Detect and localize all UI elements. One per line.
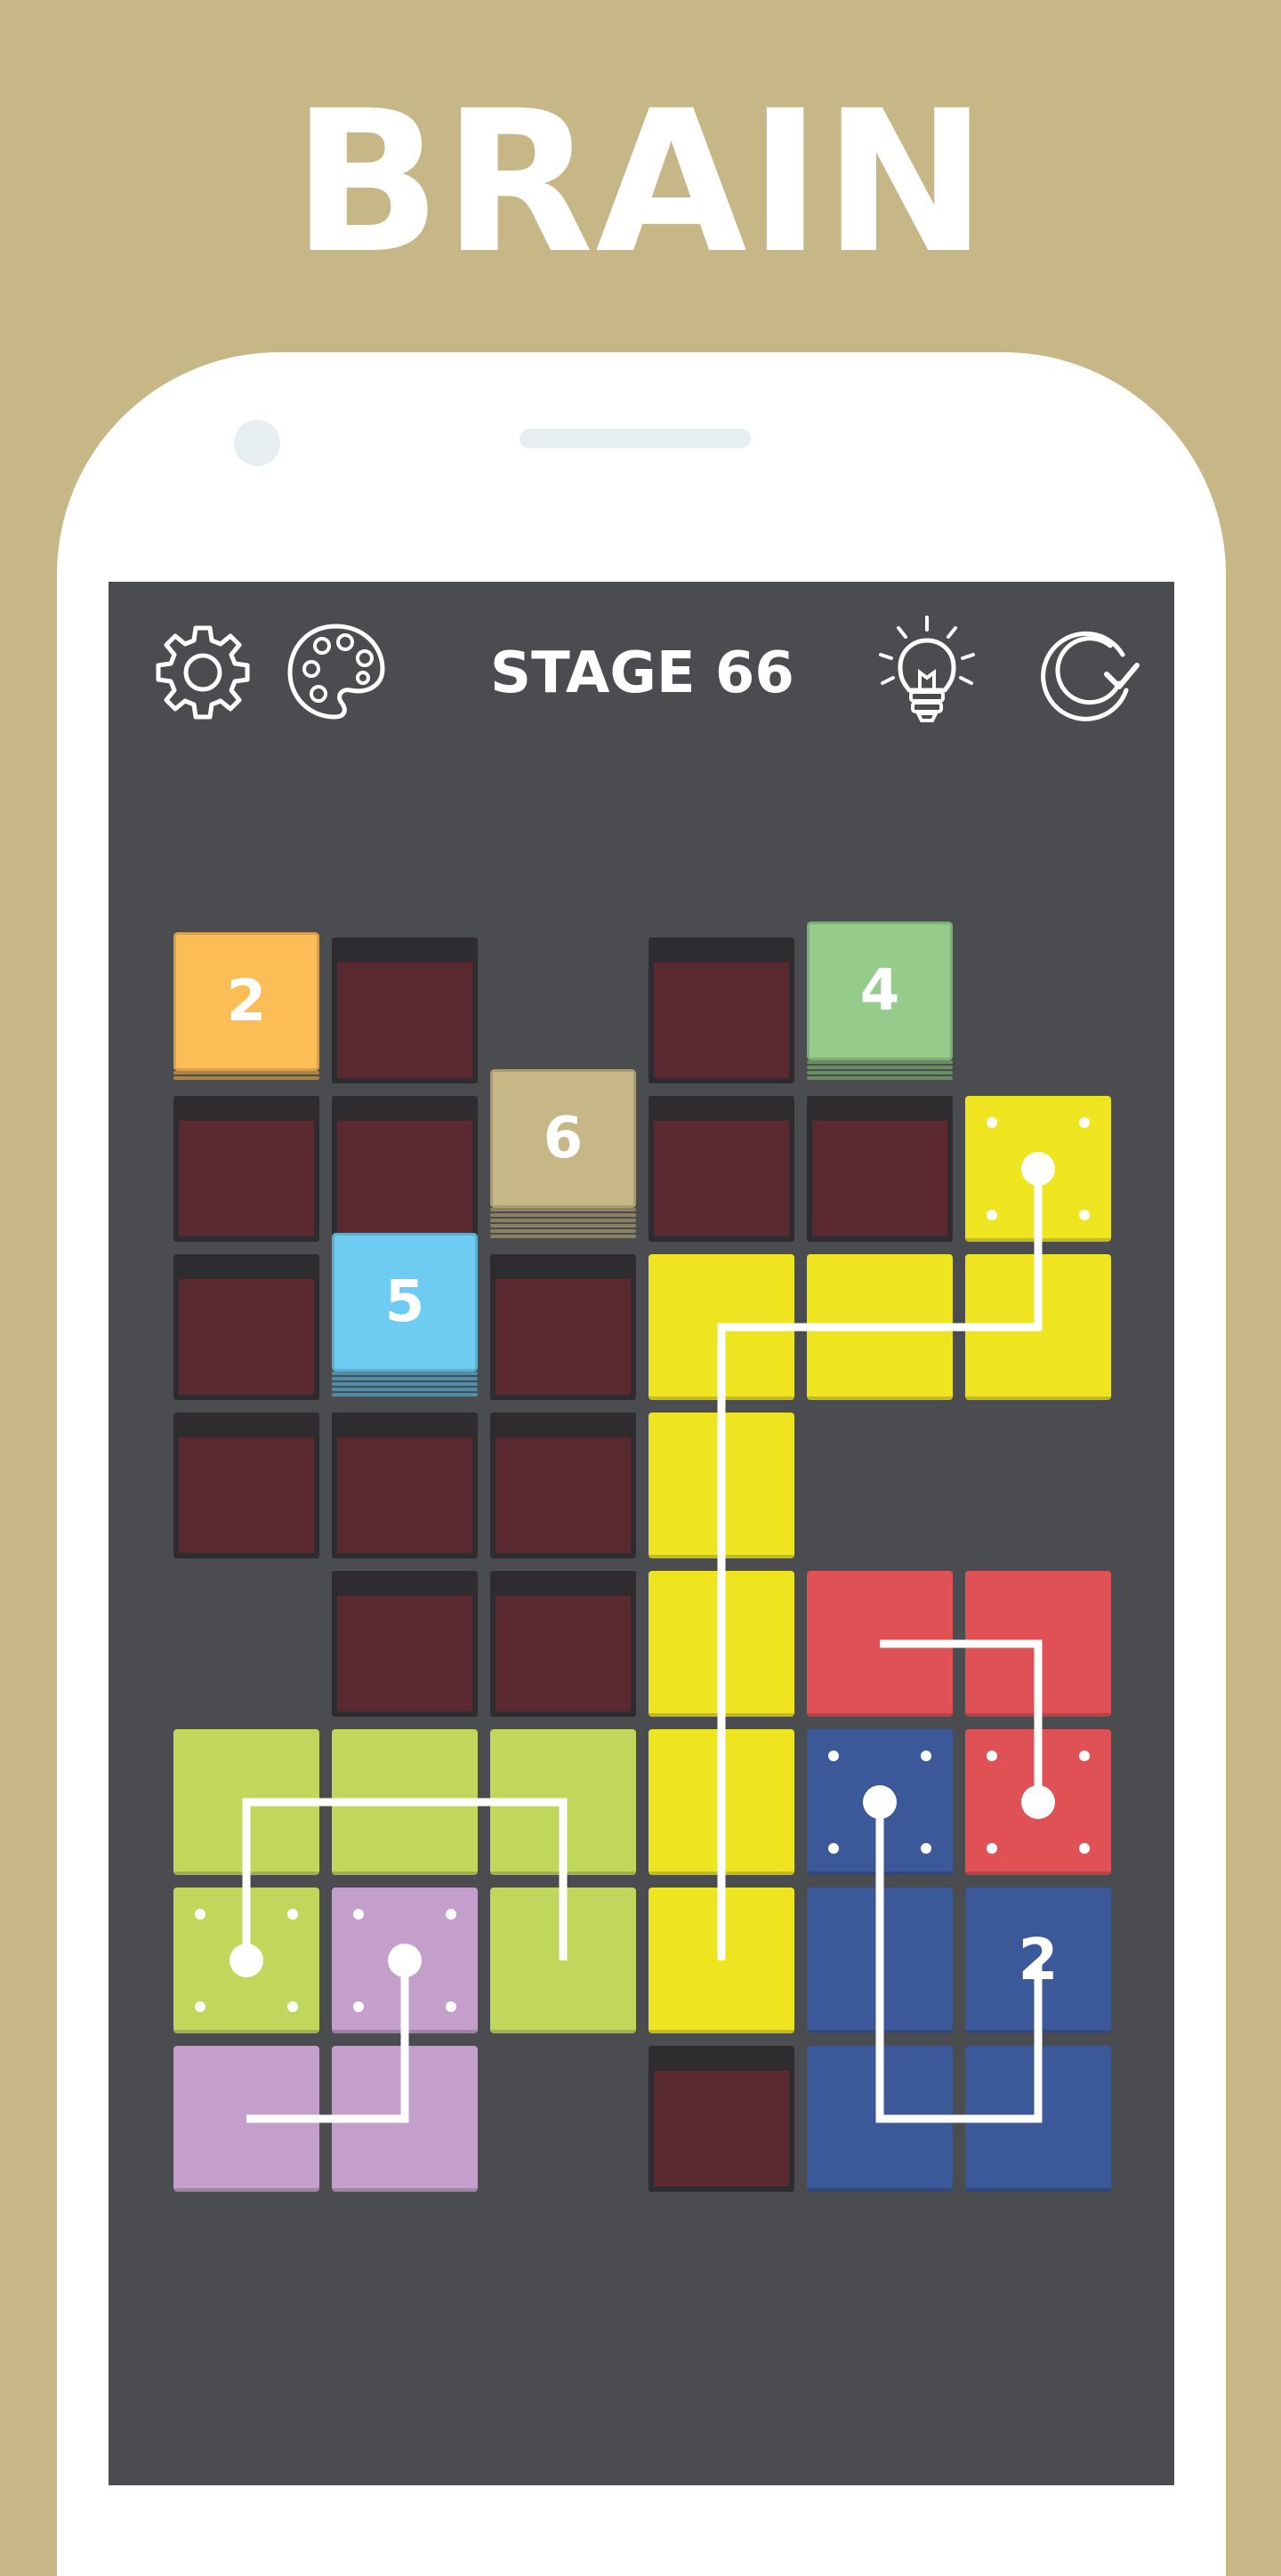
empty-slot — [173, 1413, 319, 1558]
empty-slot — [807, 1096, 953, 1242]
lime-block[interactable] — [173, 1729, 319, 1875]
corner-dot — [353, 2001, 364, 2012]
tile-layer — [173, 1076, 319, 1080]
blue-block[interactable] — [807, 1729, 953, 1875]
yellow-block[interactable] — [649, 1729, 794, 1875]
empty-slot-pit — [495, 1596, 631, 1711]
tile-layer — [490, 1229, 636, 1233]
corner-dot — [446, 1909, 456, 1920]
empty-slot-pit — [337, 1596, 472, 1711]
red-block[interactable] — [965, 1571, 1111, 1717]
tile-layer — [332, 1382, 478, 1386]
lime-block[interactable] — [173, 1888, 319, 2033]
empty-slot-pit — [179, 1279, 314, 1395]
number-tile-face: 5 — [332, 1233, 478, 1372]
corner-dot — [287, 1909, 298, 1920]
tile-layer — [807, 1076, 953, 1080]
corner-dot — [987, 1210, 997, 1220]
empty-slot-pit — [337, 1437, 472, 1553]
empty-slot — [332, 1413, 478, 1558]
empty-slot-pit — [812, 1121, 947, 1236]
purple-block[interactable] — [332, 2046, 478, 2192]
game-board: 2 2 4 65 — [109, 582, 1174, 2485]
red-block[interactable] — [807, 1571, 953, 1717]
number-tile-face: 4 — [807, 922, 953, 1060]
tile-layer — [490, 1224, 636, 1228]
lime-block[interactable] — [332, 1729, 478, 1875]
corner-dot — [195, 2001, 205, 2012]
corner-dot — [828, 1751, 839, 1761]
empty-slot — [490, 1571, 636, 1717]
corner-dot — [921, 1843, 931, 1854]
tile-layer — [807, 1066, 953, 1069]
empty-slot-pit — [654, 962, 789, 1078]
corner-dot — [287, 2001, 298, 2012]
corner-dot — [446, 2001, 456, 2012]
empty-slot — [649, 938, 794, 1083]
block-number: 2 — [1018, 1928, 1059, 1993]
purple-block[interactable] — [173, 2046, 319, 2192]
empty-slot — [490, 1413, 636, 1558]
tile-layer — [332, 1393, 478, 1397]
tile-layer — [490, 1219, 636, 1222]
empty-slot-pit — [179, 1121, 314, 1236]
tile-layer — [332, 1377, 478, 1381]
corner-dot — [353, 1909, 364, 1920]
number-tile-face: 6 — [490, 1069, 636, 1208]
promo-title: BRAIN — [292, 68, 989, 296]
empty-slot — [332, 1096, 478, 1242]
empty-slot — [173, 1254, 319, 1400]
empty-slot-pit — [337, 1121, 472, 1236]
game-screen: STAGE 66 22465 — [109, 582, 1174, 2485]
red-block[interactable] — [965, 1729, 1111, 1875]
corner-dot — [987, 1843, 997, 1854]
empty-slot — [332, 938, 478, 1083]
corner-dot — [987, 1751, 997, 1761]
tile-layer — [173, 1071, 319, 1075]
corner-dot — [828, 1843, 839, 1854]
tile-layer — [332, 1372, 478, 1375]
lime-block[interactable] — [490, 1888, 636, 2033]
empty-slot — [649, 2046, 794, 2192]
tile-layer — [490, 1208, 636, 1212]
phone-camera — [234, 420, 280, 466]
blue-block[interactable] — [807, 1888, 953, 2033]
empty-slot-pit — [654, 1121, 789, 1236]
yellow-block[interactable] — [807, 1254, 953, 1400]
corner-dot — [921, 1751, 931, 1761]
purple-block[interactable] — [332, 1888, 478, 2033]
blue-block[interactable]: 2 — [965, 1888, 1111, 2033]
yellow-block[interactable] — [965, 1254, 1111, 1400]
lime-block[interactable] — [490, 1729, 636, 1875]
yellow-block[interactable] — [649, 1888, 794, 2033]
blue-block[interactable] — [965, 2046, 1111, 2192]
empty-slot-pit — [337, 962, 472, 1078]
tile-layer — [807, 1060, 953, 1064]
corner-dot — [987, 1117, 997, 1128]
empty-slot — [649, 1096, 794, 1242]
empty-slot-pit — [495, 1279, 631, 1395]
corner-dot — [1079, 1843, 1090, 1854]
tile-layer — [332, 1388, 478, 1391]
yellow-block[interactable] — [965, 1096, 1111, 1242]
empty-slot — [332, 1571, 478, 1717]
empty-slot-pit — [179, 1437, 314, 1553]
yellow-block[interactable] — [649, 1413, 794, 1558]
tile-layer — [490, 1235, 636, 1238]
number-tile-face: 2 — [173, 932, 319, 1071]
yellow-block[interactable] — [649, 1571, 794, 1717]
corner-dot — [1079, 1117, 1090, 1128]
empty-slot-pit — [495, 1437, 631, 1553]
empty-slot — [173, 1096, 319, 1242]
tile-layer — [490, 1213, 636, 1217]
empty-slot — [490, 1254, 636, 1400]
corner-dot — [1079, 1210, 1090, 1220]
tile-layer — [807, 1071, 953, 1075]
phone-speaker — [520, 429, 751, 448]
empty-slot-pit — [654, 2071, 789, 2186]
yellow-block[interactable] — [649, 1254, 794, 1400]
corner-dot — [195, 1909, 205, 1920]
corner-dot — [1079, 1751, 1090, 1761]
blue-block[interactable] — [807, 2046, 953, 2192]
